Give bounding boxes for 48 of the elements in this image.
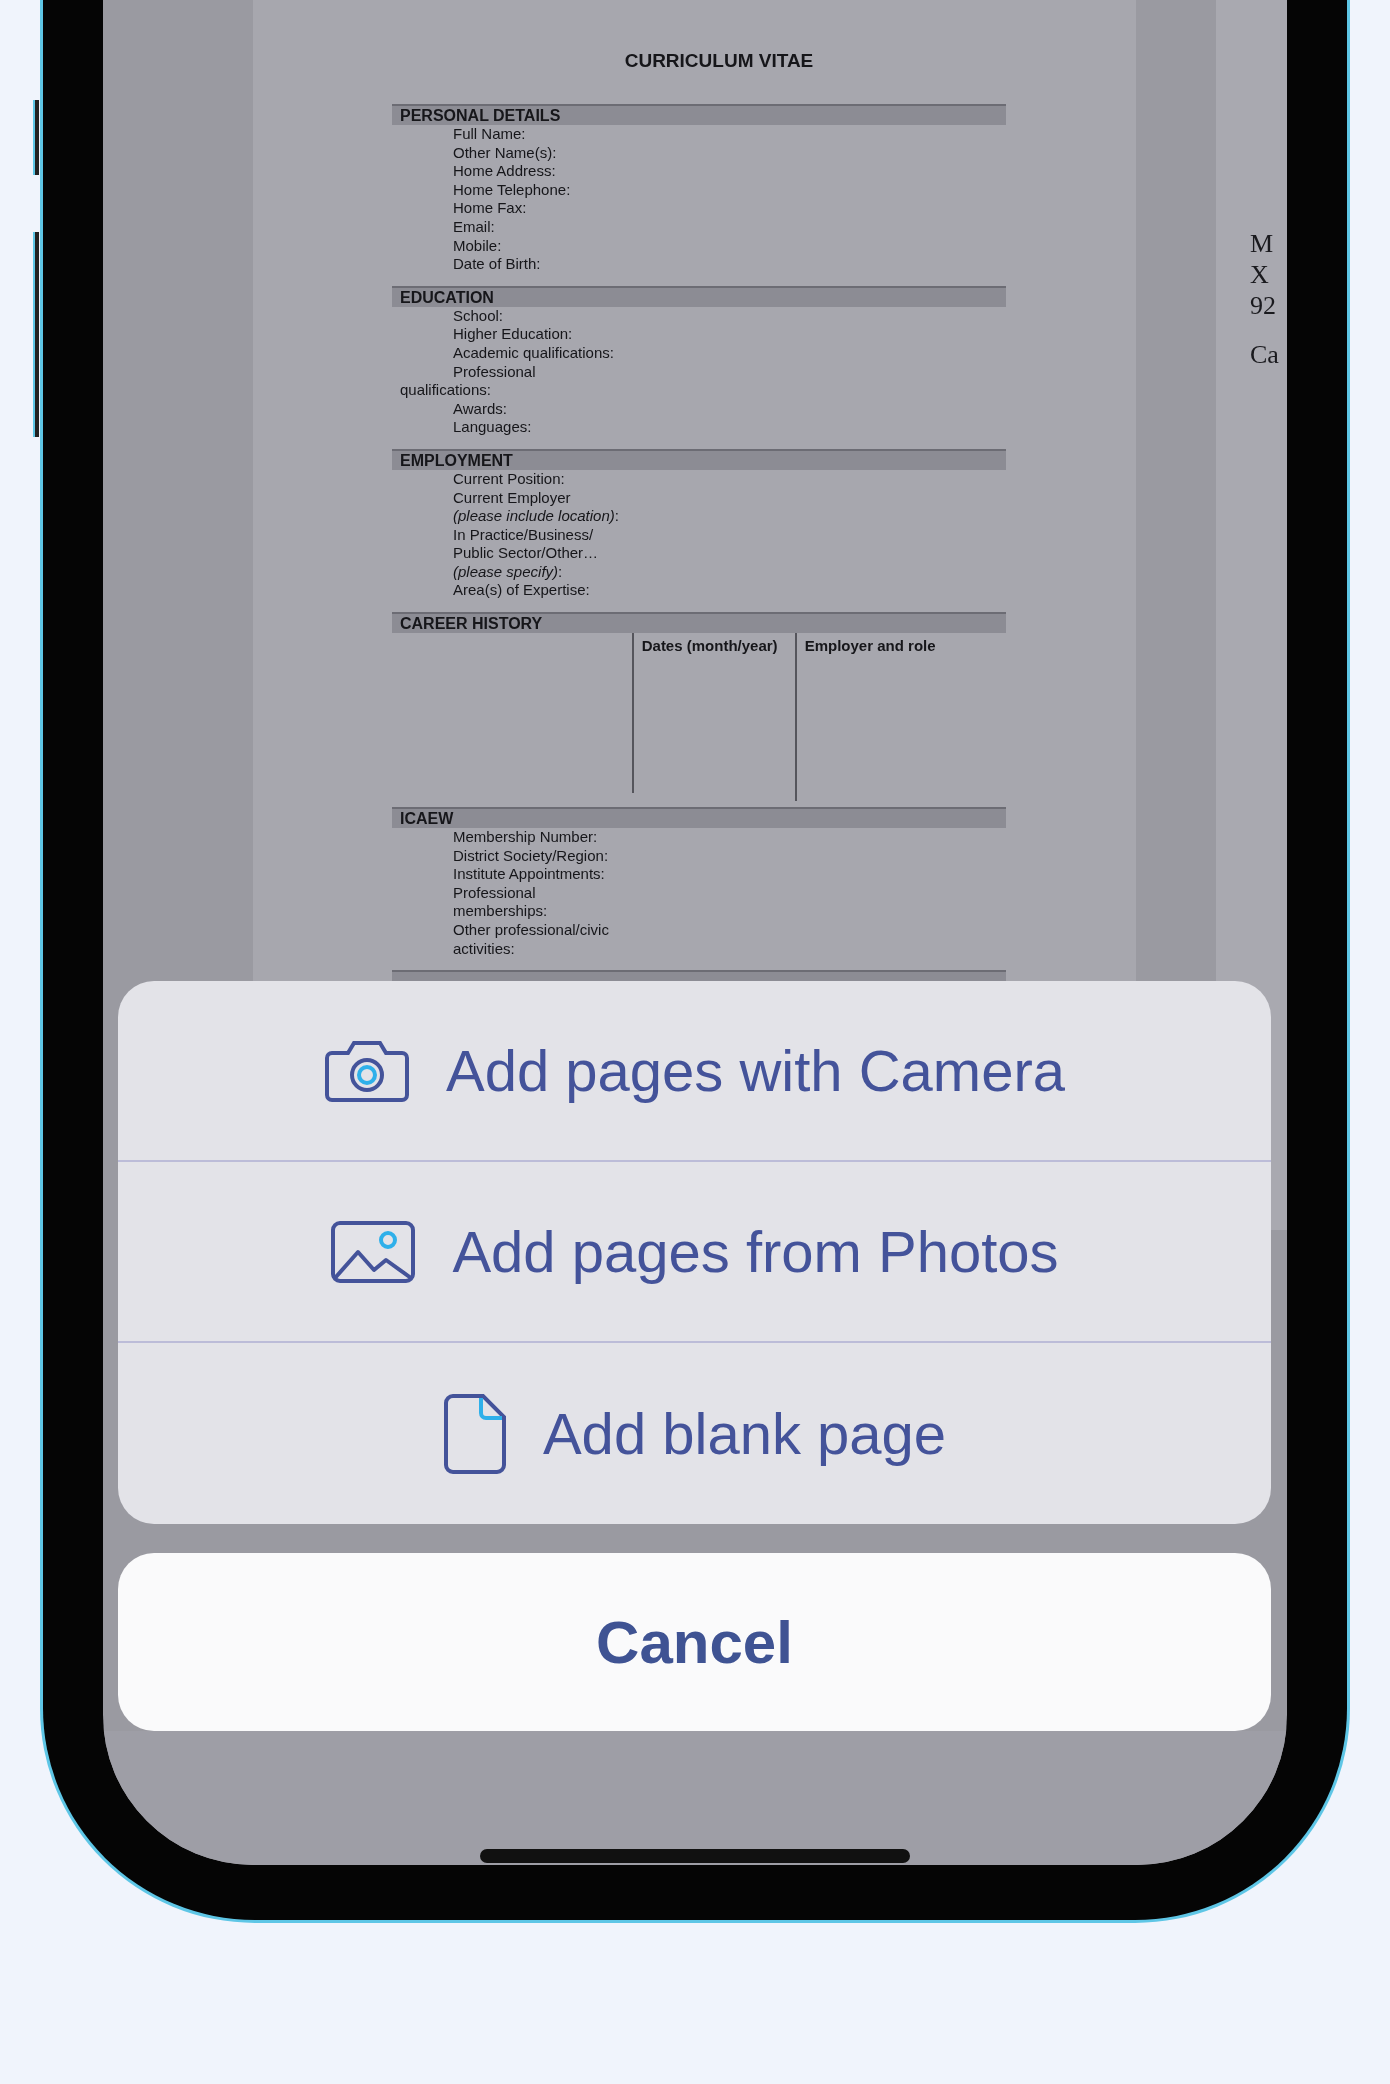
document-text: Ca	[1250, 339, 1280, 370]
field-label: Email:	[452, 217, 496, 237]
field-label: Languages:	[452, 418, 533, 437]
field-label: Mobile:	[452, 236, 503, 256]
document-text: X	[1250, 259, 1270, 290]
document-text: M	[1250, 228, 1275, 259]
cancel-button[interactable]: Cancel	[118, 1553, 1271, 1731]
field-label: (please specify):	[452, 562, 564, 582]
field-label: Institute Appointments:	[452, 865, 606, 884]
camera-icon	[324, 1038, 410, 1103]
field-label: Other Name(s):	[452, 143, 558, 163]
photo-icon	[330, 1219, 417, 1284]
menu-option[interactable]: Add blank page	[118, 1343, 1271, 1524]
field-label: (please include location):	[452, 507, 620, 526]
field-label: School:	[452, 306, 505, 326]
document-title: CURRICULUM VITAE	[623, 50, 815, 72]
field-label: Date of Birth:	[452, 255, 542, 274]
field-label: Academic qualifications:	[452, 343, 615, 363]
field-label: Current Employer	[452, 488, 572, 508]
column-header: Dates (month/year)	[633, 633, 797, 802]
field-label: District Society/Region:	[452, 846, 610, 866]
field-label: qualifications:	[399, 381, 492, 400]
section-heading: EMPLOYMENT	[392, 448, 1006, 470]
field-label: Home Fax:	[452, 199, 528, 218]
page-icon	[442, 1392, 507, 1475]
document-text: 92	[1250, 290, 1277, 321]
field-label: Professional	[452, 883, 537, 903]
menu-option[interactable]: Add pages from Photos	[118, 1162, 1271, 1343]
field-label: Public Sector/Other…	[452, 544, 600, 563]
section-heading: ICAEW	[392, 807, 1006, 829]
field-label: Area(s) of Expertise:	[452, 581, 591, 601]
field-label: Home Address:	[452, 162, 557, 181]
field-label: Home Telephone:	[452, 180, 572, 200]
field-label: Awards:	[452, 399, 508, 419]
field-label: In Practice/Business/	[452, 525, 595, 545]
field-label: memberships:	[452, 902, 549, 922]
section-heading: EDUCATION	[392, 285, 1006, 307]
section-heading: PERSONAL DETAILS	[392, 104, 1006, 125]
section-heading: CAREER HISTORY	[392, 612, 1006, 634]
field-label: Higher Education:	[452, 325, 574, 344]
field-label: Current Position:	[452, 469, 566, 489]
field-label: Full Name:	[452, 125, 527, 144]
field-label: Other professional/civic	[452, 921, 610, 940]
menu-option[interactable]: Add pages with Camera	[118, 981, 1271, 1162]
field-label: Membership Number:	[452, 828, 599, 847]
field-label: activities:	[452, 939, 516, 959]
column-header: Employer and role	[803, 636, 937, 657]
field-label: Professional	[452, 362, 537, 382]
